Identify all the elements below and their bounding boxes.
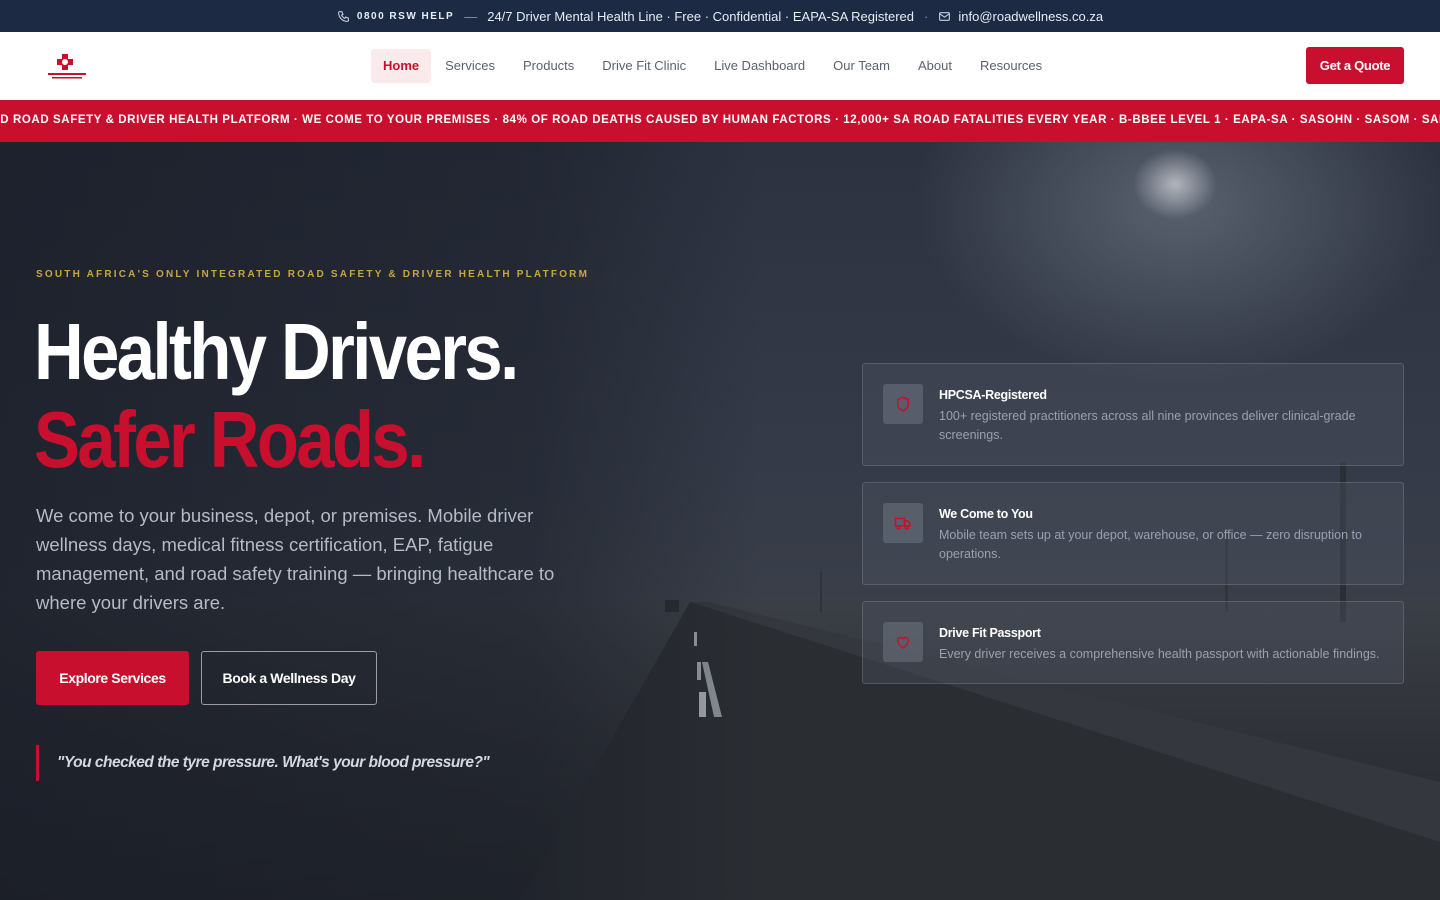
feature-description: Every driver receives a comprehensive he… [939,647,1380,661]
email-link[interactable]: info@roadwellness.co.za [938,9,1103,24]
road-wellness-logo[interactable] [46,52,88,80]
phone-number: 0800 RSW HELP [356,10,455,22]
feature-description: Mobile team sets up at your depot, wareh… [939,528,1362,561]
nav-our-team[interactable]: Our Team [819,49,904,83]
book-wellness-day-button[interactable]: Book a Wellness Day [201,651,377,705]
feature-title: Drive Fit Passport [939,626,1041,640]
hero-headline-line-1: Healthy Drivers. [34,307,519,396]
nav-drive-fit-clinic[interactable]: Drive Fit Clinic [588,49,700,83]
main-nav: Home Services Products Drive Fit Clinic … [371,49,1056,83]
truck-icon [894,517,911,530]
helpline-phone[interactable]: 0800 RSW HELP [337,10,454,23]
feature-icon-box [883,503,923,543]
nav-about[interactable]: About [904,49,966,83]
hero-eyebrow: SOUTH AFRICA'S ONLY INTEGRATED ROAD SAFE… [36,269,590,280]
feature-card-drive-fit-passport: Drive Fit Passport Every driver receives… [862,601,1404,684]
feature-description: 100+ registered practitioners across all… [939,409,1356,442]
nav-live-dashboard[interactable]: Live Dashboard [700,49,819,83]
hero-lead-text: We come to your business, depot, or prem… [36,505,555,613]
explore-services-button[interactable]: Explore Services [36,651,189,705]
dot-separator: · [924,8,929,24]
nav-products[interactable]: Products [509,49,588,83]
ticker-text: ED ROAD SAFETY & DRIVER HEALTH PLATFORM … [0,114,1440,126]
feature-icon-box [883,622,923,662]
feature-title: We Come to You [939,507,1033,521]
hero-section: SOUTH AFRICA'S ONLY INTEGRATED ROAD SAFE… [0,142,1440,900]
hero-quote: "You checked the tyre pressure. What's y… [36,745,490,781]
nav-home[interactable]: Home [371,49,432,83]
hero-headline-line-2: Safer Roads. [34,395,426,484]
nav-resources[interactable]: Resources [966,49,1056,83]
get-quote-button[interactable]: Get a Quote [1306,47,1404,84]
nav-services[interactable]: Services [431,49,509,83]
helpline-text: 24/7 Driver Mental Health Line · Free · … [487,8,915,24]
phone-icon [337,10,349,22]
feature-icon-box [883,384,923,424]
feature-card-hpcsa: HPCSA-Registered 100+ registered practit… [862,363,1404,466]
email-address: info@roadwellness.co.za [958,8,1104,24]
feature-card-we-come-to-you: We Come to You Mobile team sets up at yo… [862,482,1404,585]
shield-icon [897,396,909,412]
site-header: Home Services Products Drive Fit Clinic … [0,32,1440,100]
separator: — [464,8,478,24]
feature-title: HPCSA-Registered [939,388,1047,402]
mail-icon [939,11,951,21]
heart-icon [896,636,910,649]
top-utility-bar: 0800 RSW HELP — 24/7 Driver Mental Healt… [0,0,1440,32]
marquee-ticker: ED ROAD SAFETY & DRIVER HEALTH PLATFORM … [0,100,1440,142]
